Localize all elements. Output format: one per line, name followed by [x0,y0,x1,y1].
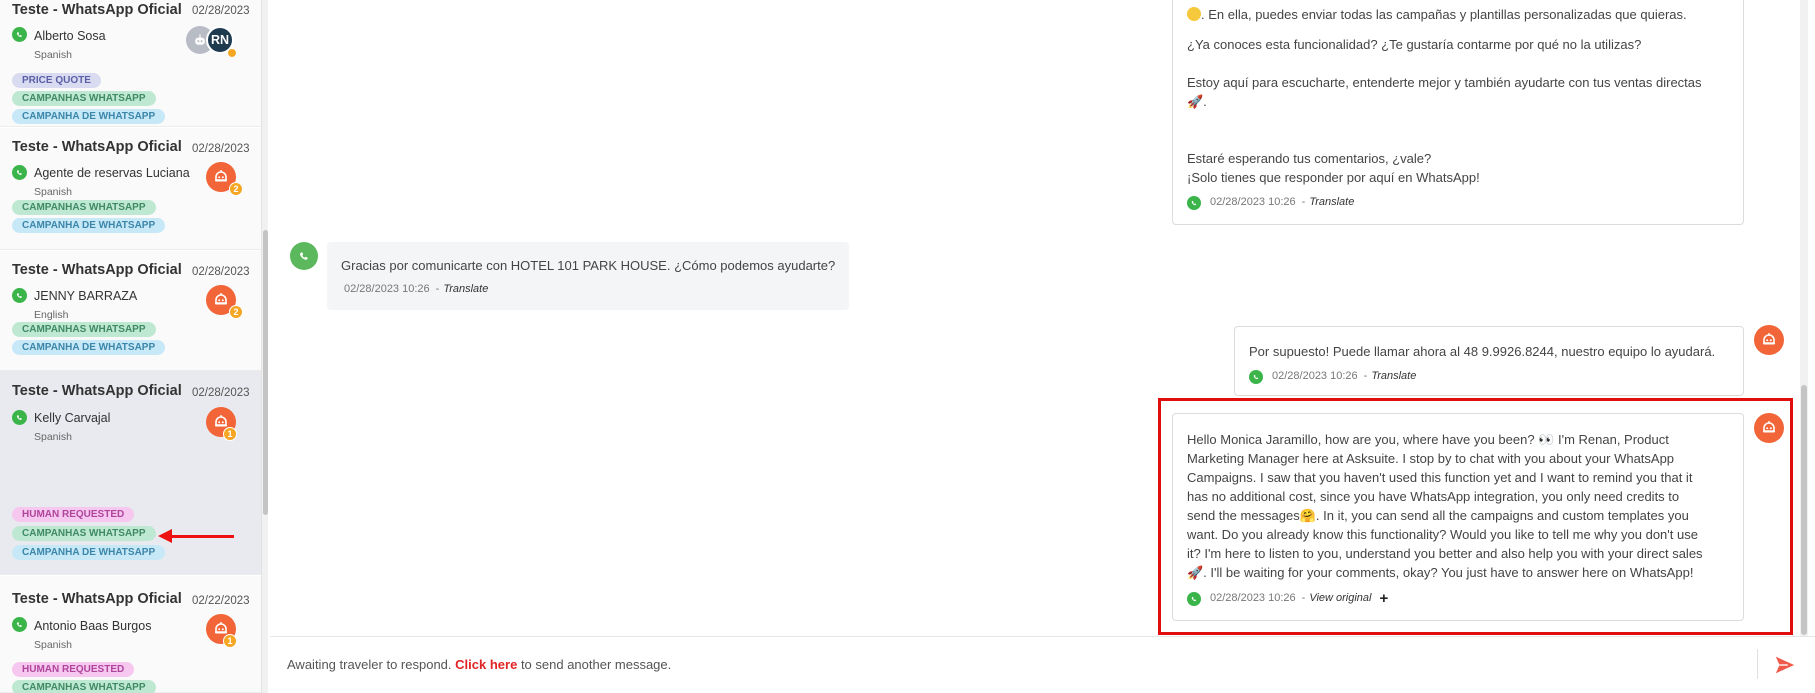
meta-separator: - [1363,370,1368,382]
app-window: Teste - WhatsApp Oficial 02/28/2023 Albe… [0,0,1815,693]
send-icon [1775,656,1795,674]
tag-campanha-de-whatsapp: CAMPANHA DE WHATSAPP [12,218,166,233]
contact-language: Spanish [34,431,72,443]
message-line: ¿Ya conoces esta funcionalidad? ¿Te gust… [1187,37,1642,52]
annotation-arrow [170,535,234,538]
message-line: Estoy aquí para escucharte, entenderte m… [1187,75,1702,90]
message-time: 02/28/2023 10:26 [1272,370,1358,382]
message-text: Gracias por comunicarte con HOTEL 101 PA… [341,258,836,273]
contact-language: Spanish [34,49,72,61]
message-time: 02/28/2023 10:26 [1210,196,1296,208]
whatsapp-icon [1187,195,1201,210]
rocket-emoji: 🚀. [1187,94,1207,109]
contact-name: JENNY BARRAZA [34,289,138,303]
whatsapp-icon [12,410,27,425]
conversation-item-active[interactable]: Teste - WhatsApp Oficial 02/28/2023 Kell… [0,371,261,575]
conversation-title: Teste - WhatsApp Oficial [12,591,182,607]
conversation-item[interactable]: Teste - WhatsApp Oficial 02/28/2023 Agen… [0,128,261,250]
message-line: Estaré esperando tus comentarios, ¿vale? [1187,151,1432,166]
conversation-date: 02/22/2023 [192,595,250,607]
contact-language: English [34,309,69,321]
whatsapp-icon [12,27,27,42]
conversation-title: Teste - WhatsApp Oficial [12,139,182,155]
contact-name: Alberto Sosa [34,29,106,43]
whatsapp-icon [1249,369,1263,384]
conversation-date: 02/28/2023 [192,143,250,155]
contact-name: Antonio Baas Burgos [34,619,152,633]
conversation-title: Teste - WhatsApp Oficial [12,383,182,399]
robot-icon [1754,325,1784,355]
conversation-sidebar: Teste - WhatsApp Oficial 02/28/2023 Albe… [0,0,262,693]
whatsapp-icon [290,242,318,270]
message-time: 02/28/2023 10:26 [344,283,430,295]
conversation-item[interactable]: Teste - WhatsApp Oficial 02/22/2023 Anto… [0,576,261,693]
message-bubble-outgoing: Por supuesto! Puede llamar ahora al 48 9… [1234,326,1744,396]
whatsapp-icon [12,288,27,303]
contact-name: Agente de reservas Luciana [34,166,190,180]
unread-badge: 1 [223,634,237,648]
awaiting-status: Awaiting traveler to respond. Click here… [287,657,671,672]
conversation-title: Teste - WhatsApp Oficial [12,2,182,18]
message-meta: 02/28/2023 10:26 - Translate [1187,193,1354,212]
chat-footer: Awaiting traveler to respond. Click here… [270,636,1815,693]
contact-language: Spanish [34,186,72,198]
message-meta: 02/28/2023 10:26 - Translate [1249,367,1416,386]
translate-link[interactable]: Translate [1371,367,1416,386]
unread-badge: 2 [229,305,243,319]
whatsapp-icon [12,617,27,632]
whatsapp-icon [12,165,27,180]
tag-campanhas-whatsapp: CAMPANHAS WHATSAPP [12,91,156,106]
translate-link[interactable]: Translate [443,280,488,299]
tag-campanha-de-whatsapp: CAMPANHA DE WHATSAPP [12,109,166,124]
sidebar-scrollbar-thumb[interactable] [263,230,268,515]
conversation-date: 02/28/2023 [192,5,250,17]
tag-campanhas-whatsapp: CAMPANHAS WHATSAPP [12,526,156,541]
unread-badge: 2 [229,182,243,196]
awaiting-text: Awaiting traveler to respond. [287,657,452,672]
contact-language: Spanish [34,639,72,651]
message-line: ¡Solo tienes que responder por aquí en W… [1187,170,1480,185]
tag-campanha-de-whatsapp: CAMPANHA DE WHATSAPP [12,545,166,560]
tag-campanha-de-whatsapp: CAMPANHA DE WHATSAPP [12,340,166,355]
translate-link[interactable]: Translate [1309,193,1354,212]
message-line: . En ella, puedes enviar todas las campa… [1187,5,1687,24]
conversation-item[interactable]: Teste - WhatsApp Oficial 02/28/2023 JENN… [0,251,261,371]
conversation-item[interactable]: Teste - WhatsApp Oficial 02/28/2023 Albe… [0,0,261,127]
unread-badge: 1 [223,427,237,441]
meta-separator: - [435,283,440,295]
annotation-highlight-box [1158,398,1793,635]
send-another-message-link[interactable]: Click here [455,657,517,672]
message-bubble-outgoing: . En ella, puedes enviar todas las campa… [1172,0,1744,225]
message-text: Por supuesto! Puede llamar ahora al 48 9… [1249,344,1716,359]
chat-scrollbar-thumb[interactable] [1801,385,1807,635]
tag-campanhas-whatsapp: CAMPANHAS WHATSAPP [12,200,156,215]
conversation-date: 02/28/2023 [192,266,250,278]
awaiting-text-suffix: to send another message. [520,657,672,672]
tag-price-quote: PRICE QUOTE [12,73,101,88]
divider [1757,649,1758,679]
hug-emoji [1187,7,1201,21]
tag-human-requested: HUMAN REQUESTED [12,507,135,522]
message-bubble-incoming: Gracias por comunicarte con HOTEL 101 PA… [327,242,849,310]
send-button[interactable] [1773,653,1797,677]
conversation-title: Teste - WhatsApp Oficial [12,262,182,278]
tag-campanhas-whatsapp: CAMPANHAS WHATSAPP [12,680,156,693]
tag-human-requested: HUMAN REQUESTED [12,662,135,677]
meta-separator: - [1301,196,1306,208]
contact-name: Kelly Carvajal [34,411,111,425]
conversation-date: 02/28/2023 [192,387,250,399]
message-meta: 02/28/2023 10:26 - Translate [344,280,488,299]
tag-campanhas-whatsapp: CAMPANHAS WHATSAPP [12,322,156,337]
status-dot [227,48,237,58]
